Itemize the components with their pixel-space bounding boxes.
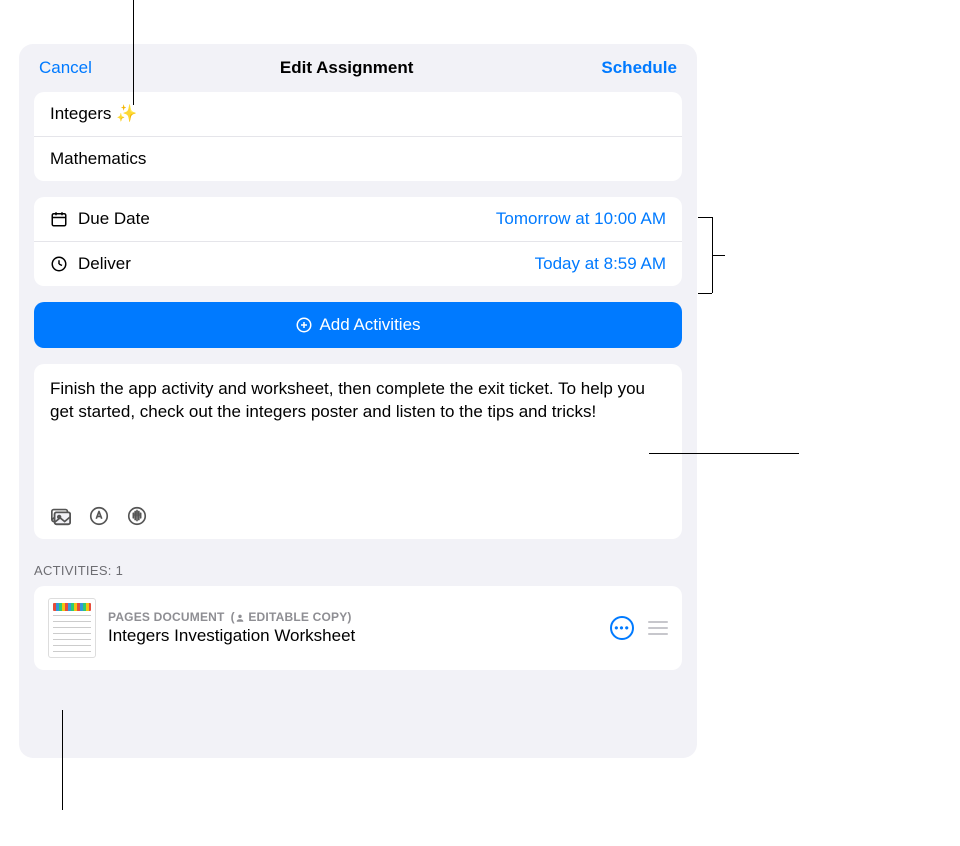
deliver-value: Today at 8:59 AM: [535, 254, 666, 274]
callout-bracket-bottom: [698, 293, 712, 294]
edit-assignment-modal: Cancel Edit Assignment Schedule Integers…: [19, 44, 697, 758]
callout-bracket-top: [698, 217, 712, 218]
activity-thumbnail: [48, 598, 96, 658]
clock-icon: [50, 255, 68, 273]
due-date-row[interactable]: Due Date Tomorrow at 10:00 AM: [34, 197, 682, 241]
activity-copy-badge: ( EDITABLE COPY): [231, 610, 352, 624]
deliver-row[interactable]: Deliver Today at 8:59 AM: [34, 241, 682, 286]
instructions-toolbar: [50, 505, 666, 527]
activities-section-label: ACTIVITIES: 1: [34, 563, 682, 578]
audio-icon[interactable]: [126, 505, 148, 527]
assignment-subject-text: Mathematics: [50, 149, 146, 169]
activity-item[interactable]: PAGES DOCUMENT ( EDITABLE COPY) Integers…: [34, 586, 682, 670]
calendar-icon: [50, 210, 68, 228]
image-icon[interactable]: [50, 505, 72, 527]
add-activities-button[interactable]: Add Activities: [34, 302, 682, 348]
callout-line-activity: [62, 710, 63, 810]
assignment-title-field[interactable]: Integers ✨: [34, 92, 682, 136]
drag-handle-icon[interactable]: [648, 621, 668, 635]
plus-circle-icon: [295, 316, 313, 334]
activity-type-label: PAGES DOCUMENT: [108, 610, 225, 624]
assignment-subject-field[interactable]: Mathematics: [34, 136, 682, 181]
assignment-title-text: Integers ✨: [50, 104, 137, 124]
activity-info: PAGES DOCUMENT ( EDITABLE COPY) Integers…: [108, 610, 598, 646]
draw-icon[interactable]: [88, 505, 110, 527]
ellipsis-icon: •••: [614, 622, 630, 634]
instructions-card: Finish the app activity and worksheet, t…: [34, 364, 682, 539]
person-icon: [235, 613, 245, 623]
activity-actions: •••: [610, 616, 668, 640]
callout-bracket-out: [712, 255, 725, 256]
callout-line-instructions: [649, 453, 799, 454]
instructions-text[interactable]: Finish the app activity and worksheet, t…: [50, 378, 666, 424]
deliver-label: Deliver: [78, 254, 131, 274]
due-date-label: Due Date: [78, 209, 150, 229]
add-activities-label: Add Activities: [319, 315, 420, 335]
callout-line-title: [133, 0, 134, 105]
due-date-value: Tomorrow at 10:00 AM: [496, 209, 666, 229]
activity-title: Integers Investigation Worksheet: [108, 626, 598, 646]
modal-title: Edit Assignment: [280, 58, 414, 78]
activity-more-button[interactable]: •••: [610, 616, 634, 640]
activity-meta: PAGES DOCUMENT ( EDITABLE COPY): [108, 610, 598, 624]
cancel-button[interactable]: Cancel: [39, 58, 92, 78]
schedule-button[interactable]: Schedule: [601, 58, 677, 78]
dates-card: Due Date Tomorrow at 10:00 AM Deliver To…: [34, 197, 682, 286]
title-card: Integers ✨ Mathematics: [34, 92, 682, 181]
modal-header: Cancel Edit Assignment Schedule: [19, 44, 697, 92]
